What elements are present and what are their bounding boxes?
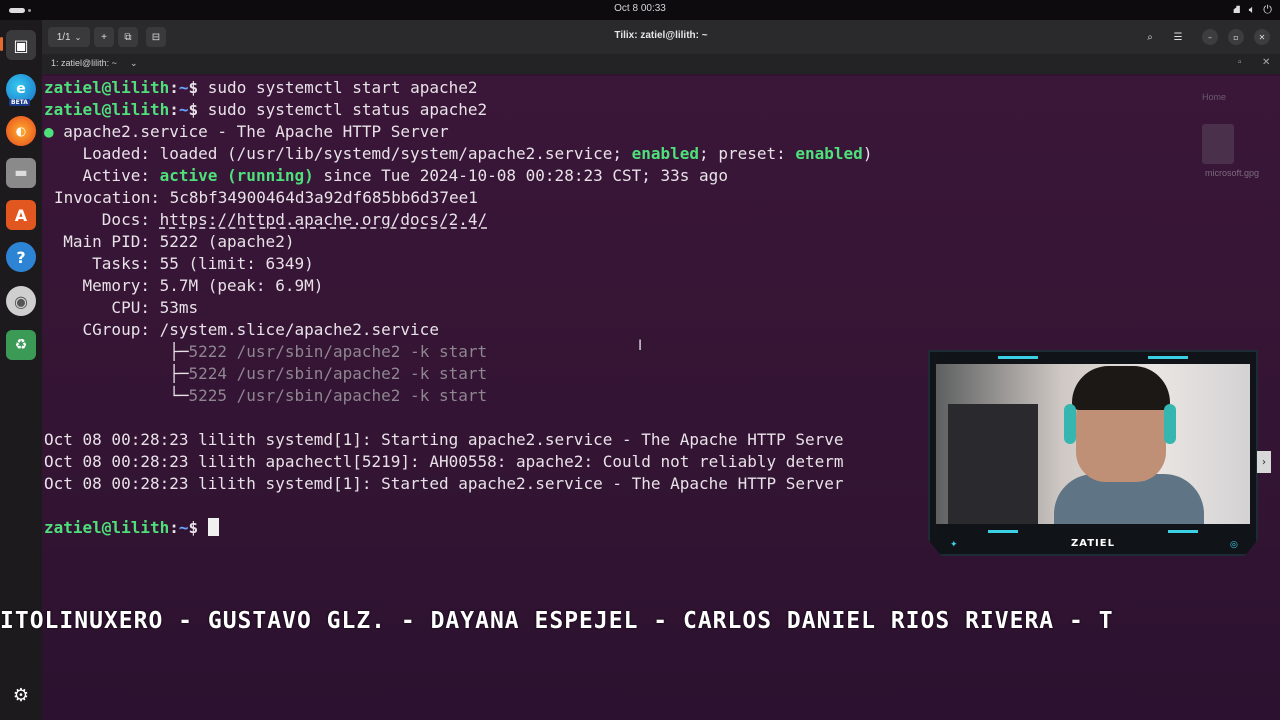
credits-ticker: ITOLINUXERO - GUSTAVO GLZ. - DAYANA ESPE… xyxy=(0,608,1114,634)
frame-accent xyxy=(1168,530,1198,533)
loaded-line: Loaded: loaded (/usr/lib/systemd/system/… xyxy=(44,144,873,163)
prompt-user: zatiel@lilith xyxy=(44,100,170,119)
active-line: Active: active (running) since Tue 2024-… xyxy=(44,166,728,185)
dock-item-firefox[interactable]: ◐ xyxy=(6,116,36,146)
prompt-path: ~ xyxy=(178,100,189,119)
power-icon: ⏻ xyxy=(1263,3,1272,16)
search-button[interactable]: ⌕ xyxy=(1140,27,1160,47)
text-cursor xyxy=(207,518,219,536)
window-title: Tilix: zatiel@lilith: ~ xyxy=(614,30,708,41)
title-bar[interactable]: 1/1 ⌄ + ⧉ ⊟ Tilix: zatiel@lilith: ~ ⌕ ☰ … xyxy=(42,20,1280,54)
search-icon: ⌕ xyxy=(1147,31,1153,43)
dock-item-tilix[interactable]: ▣ xyxy=(6,30,36,60)
log-line: Oct 08 00:28:23 lilith systemd[1]: Start… xyxy=(44,474,844,493)
session-label[interactable]: 1: zatiel@lilith: ~ xyxy=(51,58,117,68)
show-apps-button[interactable]: ⚙ xyxy=(6,680,36,710)
dock-item-app-center[interactable]: A xyxy=(6,200,36,230)
tasks-line: Tasks: 55 (limit: 6349) xyxy=(44,254,314,273)
files-icon: ▬ xyxy=(14,165,28,181)
command-text: sudo systemctl start apache2 xyxy=(198,78,478,97)
desktop-file-icon xyxy=(1202,124,1234,164)
main-pid-line: Main PID: 5222 (apache2) xyxy=(44,232,295,251)
hamburger-icon: ☰ xyxy=(1173,31,1183,43)
network-icon: ⛘ xyxy=(1232,3,1241,16)
cgroup-line: CGroup: /system.slice/apache2.service xyxy=(44,320,439,339)
frame-accent xyxy=(1148,356,1188,359)
terminal-icon: ▣ xyxy=(13,35,29,55)
cpu-line: CPU: 53ms xyxy=(44,298,199,317)
webcam-overlay: ✦ ◎ ZATIEL xyxy=(928,350,1258,556)
firefox-icon: ◐ xyxy=(15,124,27,138)
process-line: ├─5224 /usr/sbin/apache2 -k start xyxy=(44,364,488,383)
process-line: └─5225 /usr/sbin/apache2 -k start xyxy=(44,386,488,405)
desktop-file-label: microsoft.gpg xyxy=(1204,168,1260,178)
ubuntu-logo-icon: ⚙ xyxy=(12,684,30,706)
prompt-symbol: $ xyxy=(188,78,199,97)
headset-right xyxy=(1164,404,1176,444)
minimize-button[interactable]: – xyxy=(1202,29,1218,45)
edge-icon: e xyxy=(16,81,26,97)
webcam-video xyxy=(936,364,1250,524)
command-text: sudo systemctl status apache2 xyxy=(198,100,488,119)
app-store-icon: A xyxy=(14,205,28,225)
top-bar: Oct 8 00:33 ⛘ 🔈︎ ⏻ xyxy=(0,0,1280,20)
dock-item-trash[interactable]: ♻ xyxy=(6,330,36,360)
frame-accent xyxy=(988,530,1018,533)
desktop-home-label: Home xyxy=(1202,92,1227,102)
terminal-header: 1: zatiel@lilith: ~ ⌄ ▫ ✕ xyxy=(42,54,1280,74)
memory-line: Memory: 5.7M (peak: 6.9M) xyxy=(44,276,324,295)
prompt-path: ~ xyxy=(178,78,189,97)
headset-left xyxy=(1064,404,1076,444)
dock-item-help[interactable]: ? xyxy=(6,242,36,272)
docs-line: Docs: https://httpd.apache.org/docs/2.4/ xyxy=(44,210,488,229)
service-header: ● apache2.service - The Apache HTTP Serv… xyxy=(44,121,449,143)
person-hair xyxy=(1072,366,1170,410)
prompt-user: zatiel@lilith xyxy=(44,518,170,537)
active-app-indicator xyxy=(0,37,3,51)
system-tray[interactable]: ⛘ 🔈︎ ⏻ xyxy=(1233,3,1272,18)
trash-icon: ♻ xyxy=(14,337,28,353)
frame-accent xyxy=(998,356,1038,359)
terminal-close-icon[interactable]: ✕ xyxy=(1262,57,1270,68)
close-button[interactable]: ✕ xyxy=(1254,29,1270,45)
clock[interactable]: Oct 8 00:33 xyxy=(0,3,1280,14)
background-shelf xyxy=(948,404,1038,524)
status-dot-icon: ● xyxy=(44,122,54,141)
log-line: Oct 08 00:28:23 lilith systemd[1]: Start… xyxy=(44,430,844,449)
star-icon: ✦ xyxy=(950,540,958,550)
docs-link[interactable]: https://httpd.apache.org/docs/2.4/ xyxy=(160,210,488,229)
prompt-user: zatiel@lilith xyxy=(44,78,170,97)
terminal-line-prompt: zatiel@lilith:~$ xyxy=(44,517,219,539)
process-line: ├─5222 /usr/sbin/apache2 -k start xyxy=(44,342,488,361)
chevron-right-icon[interactable]: › xyxy=(1257,451,1271,473)
volume-icon: 🔈︎ xyxy=(1248,3,1256,16)
dock-item-edge-beta[interactable]: e BETA xyxy=(6,74,36,106)
session-menu-chevron-icon[interactable]: ⌄ xyxy=(130,58,138,69)
terminal-maximize-icon[interactable]: ▫ xyxy=(1238,57,1242,68)
help-icon: ? xyxy=(16,247,26,267)
log-line: Oct 08 00:28:23 lilith apachectl[5219]: … xyxy=(44,452,844,471)
prompt-symbol: $ xyxy=(188,518,199,537)
service-title: apache2.service - The Apache HTTP Server xyxy=(63,122,449,141)
disc-icon: ◉ xyxy=(14,291,28,311)
terminal-line-cmd1: zatiel@lilith:~$ sudo systemctl start ap… xyxy=(44,78,478,97)
edge-beta-badge: BETA xyxy=(9,99,30,106)
webcam-brand-logo: ZATIEL xyxy=(1071,538,1115,549)
menu-button[interactable]: ☰ xyxy=(1168,27,1188,47)
active-state: active (running) xyxy=(159,166,314,185)
prompt-path: ~ xyxy=(178,518,189,537)
invocation-line: Invocation: 5c8bf34900464d3a92df685bb6d3… xyxy=(54,188,478,207)
dock-item-disc[interactable]: ◉ xyxy=(6,286,36,316)
dock-item-files[interactable]: ▬ xyxy=(6,158,36,188)
target-icon: ◎ xyxy=(1230,540,1238,550)
maximize-button[interactable]: ▫ xyxy=(1228,29,1244,45)
prompt-symbol: $ xyxy=(188,100,199,119)
terminal-line-cmd2: zatiel@lilith:~$ sudo systemctl status a… xyxy=(44,100,488,119)
mouse-ibeam-icon: I xyxy=(638,338,643,354)
